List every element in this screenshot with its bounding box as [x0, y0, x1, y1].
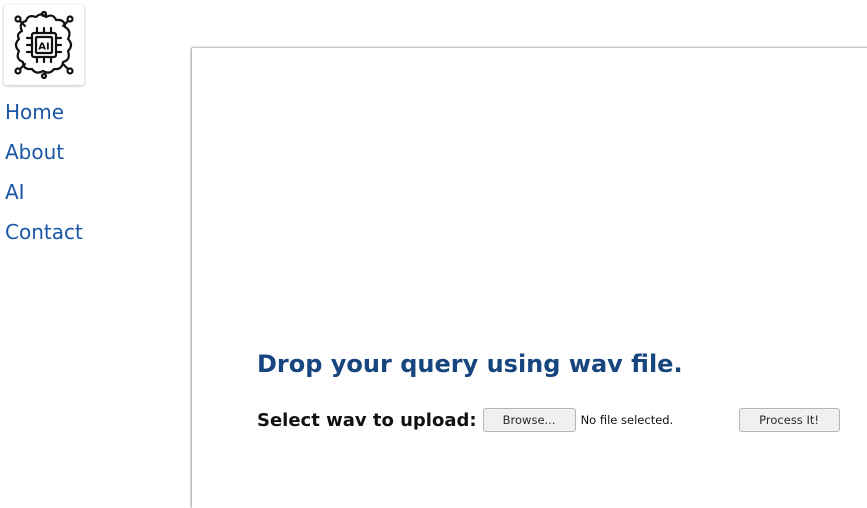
nav-link-about[interactable]: About: [5, 136, 83, 176]
ai-chip-brain-icon: AI: [14, 10, 74, 80]
nav-link-home[interactable]: Home: [5, 96, 83, 136]
upload-label: Select wav to upload:: [257, 409, 477, 431]
file-status-text: No file selected.: [580, 413, 674, 427]
upload-form: Select wav to upload: Browse... No file …: [257, 406, 840, 434]
page-heading: Drop your query using wav file.: [257, 350, 683, 378]
logo[interactable]: AI: [4, 5, 84, 85]
svg-text:AI: AI: [38, 42, 49, 53]
nav-link-contact[interactable]: Contact: [5, 216, 83, 256]
process-button[interactable]: Process It!: [738, 408, 840, 432]
browse-button[interactable]: Browse...: [482, 408, 576, 432]
sidebar: AI Home About AI Contact: [0, 0, 180, 483]
main-nav: Home About AI Contact: [5, 96, 83, 256]
upload-card: Drop your query using wav file. Select w…: [192, 48, 867, 508]
nav-link-ai[interactable]: AI: [5, 176, 83, 216]
